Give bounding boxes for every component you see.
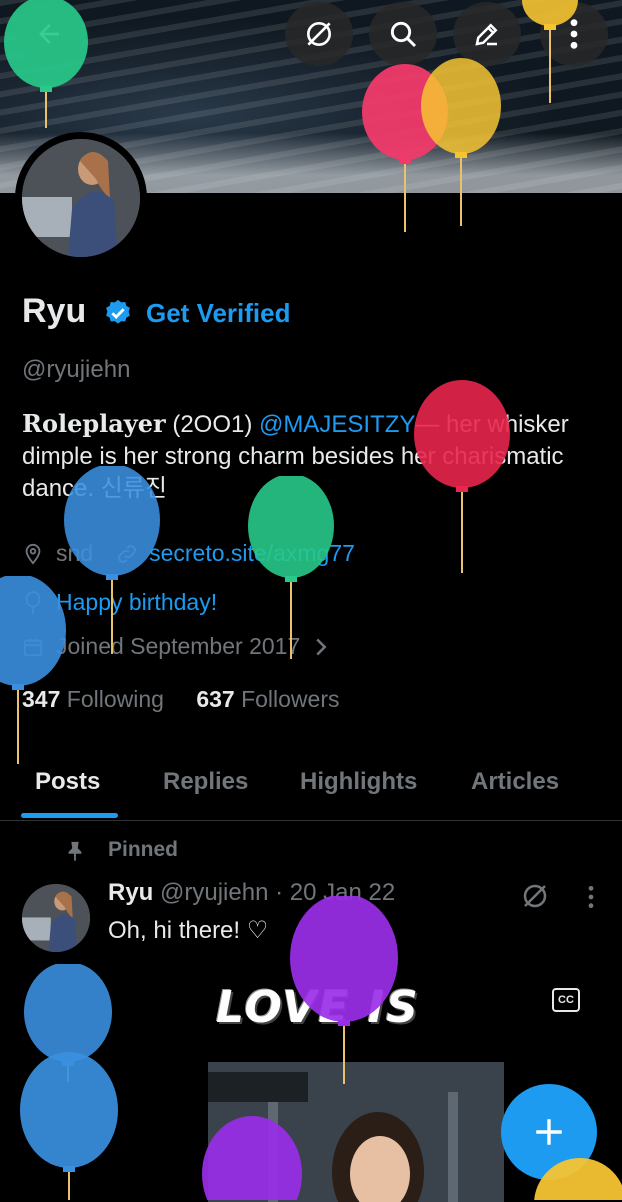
pinned-label: Pinned <box>108 838 179 861</box>
followers-count: 637 <box>196 686 235 712</box>
avatar[interactable] <box>22 139 140 257</box>
profile-location-row: snd secreto.site/axmg77 <box>22 540 355 567</box>
grok-icon[interactable] <box>520 881 550 911</box>
pin-icon <box>68 841 82 862</box>
calendar-icon <box>23 638 43 656</box>
active-tab-indicator <box>21 813 118 818</box>
post-handle[interactable]: @ryujiehn <box>160 879 268 906</box>
tab-highlights[interactable]: Highlights <box>300 768 417 796</box>
followers-link[interactable]: 637 Followers <box>196 686 339 712</box>
profile-stats: 347 Following 637 Followers <box>22 686 340 713</box>
balloon-blue-bottom-2 <box>20 1052 118 1200</box>
bio-mention-link[interactable]: @MAJESITZY <box>259 411 415 438</box>
bio-role: Roleplayer <box>22 409 166 438</box>
tab-articles[interactable]: Articles <box>471 768 559 796</box>
following-label: Following <box>66 686 164 712</box>
grok-button[interactable] <box>285 2 353 66</box>
edit-icon <box>475 23 498 46</box>
search-button[interactable] <box>369 2 437 66</box>
chevron-right-icon[interactable] <box>314 637 328 657</box>
profile-handle: @ryujiehn <box>22 356 131 383</box>
bio-year: (2OO1) <box>165 411 260 438</box>
joined-text: Joined September 2017 <box>56 633 301 659</box>
search-icon <box>390 21 417 48</box>
get-verified-link[interactable]: Get Verified <box>146 298 291 329</box>
post-media[interactable] <box>208 1062 504 1202</box>
balloon-icon <box>25 590 41 614</box>
more-vertical-icon <box>570 19 578 49</box>
post-header: Ryu @ryujiehn · 20 Jan 22 <box>108 879 395 907</box>
compose-button[interactable] <box>501 1084 597 1180</box>
profile-name: Ryu <box>22 292 87 330</box>
post-more-icon[interactable] <box>586 884 596 910</box>
birthday-text: Happy birthday! <box>56 589 218 615</box>
edit-button[interactable] <box>453 2 521 66</box>
post-date[interactable]: · 20 Jan 22 <box>275 879 395 906</box>
link-icon <box>118 544 136 563</box>
avatar-image <box>22 139 140 257</box>
following-count: 347 <box>22 686 61 712</box>
media-frame <box>208 1062 504 1202</box>
more-button[interactable] <box>540 2 608 66</box>
post-avatar[interactable] <box>22 884 90 952</box>
profile-birthday-row: Happy birthday! <box>22 589 217 616</box>
post-text: Oh, hi there! ♡ <box>108 917 269 944</box>
profile-bio: Roleplayer (2OO1) @MAJESITZY— her whiske… <box>22 408 602 505</box>
location-pin-icon <box>25 543 41 565</box>
profile-joined-row: Joined September 2017 <box>22 633 328 660</box>
verified-badge-icon <box>106 299 130 324</box>
tab-replies[interactable]: Replies <box>163 768 248 796</box>
back-button[interactable] <box>15 2 83 66</box>
closed-captions-button[interactable]: CC <box>552 988 580 1012</box>
plus-icon <box>536 1119 562 1145</box>
post-avatar-image <box>22 884 90 952</box>
grok-icon <box>307 22 331 46</box>
location-text: snd <box>56 540 94 566</box>
profile-tabs: Posts Replies Highlights Articles <box>0 760 622 821</box>
media-caption: LOVE IS <box>216 982 420 1033</box>
back-arrow-icon <box>39 24 59 44</box>
followers-label: Followers <box>241 686 340 712</box>
balloon-blue-bottom <box>24 964 112 1082</box>
following-link[interactable]: 347 Following <box>22 686 164 712</box>
post-author[interactable]: Ryu <box>108 879 153 906</box>
website-link[interactable]: secreto.site/axmg77 <box>149 540 355 567</box>
tab-posts[interactable]: Posts <box>35 768 100 796</box>
